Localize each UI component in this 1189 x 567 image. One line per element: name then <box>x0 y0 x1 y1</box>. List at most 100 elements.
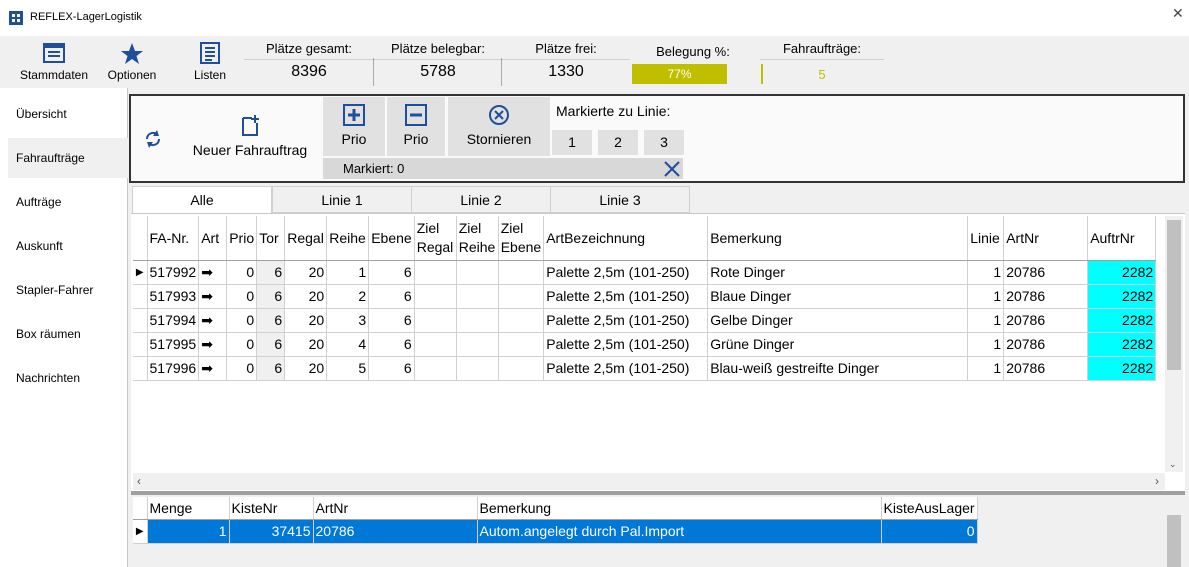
table-cell[interactable]: 0 <box>226 284 258 309</box>
scrollbar-thumb[interactable] <box>1167 220 1181 370</box>
table-cell[interactable] <box>414 260 457 285</box>
table-cell[interactable]: 517996 <box>147 356 200 381</box>
current-row-indicator[interactable]: ▶ <box>133 519 148 544</box>
table-cell[interactable] <box>456 284 499 309</box>
table-cell[interactable]: 0 <box>226 308 258 333</box>
column-header-auftrnr[interactable]: AuftrNr <box>1087 216 1157 261</box>
table-cell[interactable]: 6 <box>256 284 286 309</box>
horizontal-scrollbar[interactable]: ‹ › <box>133 473 1165 490</box>
scrollbar-thumb[interactable] <box>1167 515 1181 567</box>
table-cell[interactable]: 20786 <box>1003 356 1089 381</box>
table-cell[interactable] <box>456 332 499 357</box>
table-cell[interactable] <box>456 260 499 285</box>
table-cell[interactable]: 2282 <box>1087 332 1157 357</box>
column-header-ebene[interactable]: Ebene <box>368 216 415 261</box>
arrow-right-icon[interactable]: ➡ <box>198 356 228 381</box>
table-cell[interactable]: 2282 <box>1087 284 1157 309</box>
tab-linie-2[interactable]: Linie 2 <box>411 186 551 213</box>
column-header-artnr[interactable]: ArtNr <box>1003 216 1089 261</box>
table-cell[interactable]: 0 <box>226 332 258 357</box>
table-cell[interactable]: Palette 2,5m (101-250) <box>543 284 709 309</box>
table-cell[interactable]: 37415 <box>229 519 314 544</box>
table-cell[interactable] <box>414 308 457 333</box>
line-2-button[interactable]: 2 <box>598 130 638 155</box>
table-cell[interactable]: Palette 2,5m (101-250) <box>543 260 709 285</box>
arrow-right-icon[interactable]: ➡ <box>198 332 228 357</box>
table-cell[interactable] <box>498 308 545 333</box>
table-cell[interactable]: 20 <box>284 308 328 333</box>
table-cell[interactable] <box>414 356 457 381</box>
column-header-artbezeichnung[interactable]: ArtBezeichnung <box>543 216 709 261</box>
column-header-artnr[interactable]: ArtNr <box>313 497 478 520</box>
nav-item-nachrichten[interactable]: Nachrichten <box>16 371 80 385</box>
table-row[interactable]: 517994 ➡ 0 6 20 3 6 Palette 2,5m (101-250) Gelbe… <box>133 308 1157 333</box>
table-cell[interactable]: 1 <box>967 308 1005 333</box>
table-cell[interactable]: 0 <box>226 356 258 381</box>
table-cell[interactable]: 20786 <box>313 519 478 544</box>
vertical-scrollbar[interactable]: ⌄ <box>1165 216 1183 472</box>
table-cell[interactable]: 2 <box>326 284 370 309</box>
table-cell[interactable]: Palette 2,5m (101-250) <box>543 308 709 333</box>
table-cell[interactable]: 1 <box>967 260 1005 285</box>
arrow-right-icon[interactable]: ➡ <box>198 284 228 309</box>
table-cell[interactable]: 6 <box>256 308 286 333</box>
table-cell[interactable]: 6 <box>368 260 415 285</box>
table-cell[interactable]: Palette 2,5m (101-250) <box>543 332 709 357</box>
scroll-left-icon[interactable]: ‹ <box>137 474 141 488</box>
table-cell[interactable]: 0 <box>226 260 258 285</box>
column-header-regal[interactable]: Regal <box>284 216 328 261</box>
table-cell[interactable] <box>456 308 499 333</box>
arrow-right-icon[interactable]: ➡ <box>198 260 228 285</box>
current-row-indicator[interactable]: ▶ <box>133 260 148 285</box>
table-cell[interactable]: 517994 <box>147 308 200 333</box>
table-cell[interactable]: 6 <box>256 356 286 381</box>
table-cell[interactable]: 5 <box>326 356 370 381</box>
table-cell[interactable]: 517995 <box>147 332 200 357</box>
listen-button[interactable]: Listen <box>186 38 234 86</box>
table-cell[interactable]: 1 <box>326 260 370 285</box>
table-cell[interactable]: 1 <box>967 332 1005 357</box>
table-cell[interactable]: 20 <box>284 284 328 309</box>
table-cell[interactable]: 3 <box>326 308 370 333</box>
nav-item-box-raeumen[interactable]: Box räumen <box>16 327 81 341</box>
new-order-button[interactable]: Neuer Fahrauftrag <box>186 114 314 162</box>
table-cell[interactable]: 1 <box>967 356 1005 381</box>
nav-item-fahrauftraege[interactable]: Fahraufträge <box>16 151 85 165</box>
column-header-prio[interactable]: Prio <box>226 216 258 261</box>
table-cell[interactable]: 20786 <box>1003 284 1089 309</box>
table-cell[interactable] <box>498 332 545 357</box>
table-cell[interactable]: Gelbe Dinger <box>707 308 969 333</box>
table-cell[interactable]: 20 <box>284 260 328 285</box>
tab-linie-3[interactable]: Linie 3 <box>550 186 690 213</box>
column-header-ziel-reihe[interactable]: Ziel Reihe <box>456 216 499 261</box>
row-header[interactable] <box>133 332 148 357</box>
nav-item-auftraege[interactable]: Aufträge <box>16 195 61 209</box>
table-row[interactable]: 517996 ➡ 0 6 20 5 6 Palette 2,5m (101-250) Blau-… <box>133 356 1157 381</box>
table-cell[interactable]: 6 <box>368 308 415 333</box>
scroll-down-icon[interactable]: ⌄ <box>1169 459 1177 470</box>
table-cell[interactable]: 20786 <box>1003 308 1089 333</box>
prio-up-button[interactable]: Prio <box>323 97 385 156</box>
column-header-ziel-regal[interactable]: Ziel Regal <box>414 216 457 261</box>
nav-item-stapler-fahrer[interactable]: Stapler-Fahrer <box>16 283 93 297</box>
nav-item-uebersicht[interactable]: Übersicht <box>16 107 67 121</box>
column-header-fa-nr[interactable]: FA-Nr. <box>147 216 200 261</box>
table-cell[interactable]: Blau-weiß gestreifte Dinger <box>707 356 969 381</box>
close-icon[interactable]: ✕ <box>1172 5 1184 22</box>
row-header[interactable] <box>133 284 148 309</box>
table-cell[interactable]: 20786 <box>1003 260 1089 285</box>
arrow-right-icon[interactable]: ➡ <box>198 308 228 333</box>
table-cell[interactable]: Palette 2,5m (101-250) <box>543 356 709 381</box>
column-header-bemerkung[interactable]: Bemerkung <box>707 216 969 261</box>
column-header-menge[interactable]: Menge <box>147 497 230 520</box>
table-cell[interactable]: 1 <box>967 284 1005 309</box>
table-cell[interactable]: 2282 <box>1087 308 1157 333</box>
column-header-kisteauslager[interactable]: KisteAusLager <box>881 497 978 520</box>
table-row[interactable]: ▶ 1 37415 20786 Autom.angelegt durch Pal.Imp… <box>133 519 978 544</box>
refresh-icon[interactable] <box>142 128 164 150</box>
table-cell[interactable]: 1 <box>147 519 230 544</box>
table-cell[interactable] <box>414 284 457 309</box>
table-cell[interactable]: Blaue Dinger <box>707 284 969 309</box>
table-cell[interactable]: 6 <box>368 332 415 357</box>
column-header-tor[interactable]: Tor <box>256 216 286 261</box>
